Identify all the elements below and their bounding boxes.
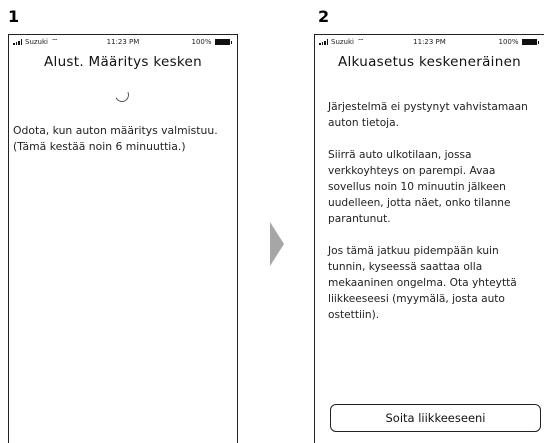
screen-title: Alkuasetus keskeneräinen	[337, 54, 522, 70]
loading-spinner-icon	[113, 86, 131, 104]
phone-screen-setup-in-progress: Suzuki ⌔ 11:23 PM 100% Alust. Määritys k…	[8, 34, 238, 443]
battery-percent: 100%	[191, 38, 212, 46]
status-bar: Suzuki ⌔ 11:23 PM 100%	[315, 35, 544, 49]
battery-icon	[214, 39, 230, 45]
screen-title: Alust. Määritys kesken	[43, 54, 203, 70]
message-paragraph: Jos tämä jatkuu pidempään kuin tunnin, k…	[328, 245, 517, 321]
message-body: Järjestelmä ei pystynyt vahvistamaan aut…	[328, 99, 533, 339]
step-number-2: 2	[318, 7, 330, 26]
phone-screen-setup-incomplete: Suzuki ⌔ 11:23 PM 100% Alkuasetus kesken…	[314, 34, 544, 443]
message-paragraph: Siirrä auto ulkotilaan, jossa verkkoyhte…	[328, 149, 511, 225]
call-dealer-button[interactable]: Soita liikkeeseeni	[330, 404, 541, 432]
next-arrow-icon	[270, 222, 284, 266]
battery-percent: 100%	[498, 38, 519, 46]
battery-icon	[521, 39, 537, 45]
message-paragraph: Järjestelmä ei pystynyt vahvistamaan aut…	[328, 101, 528, 129]
step-number-1: 1	[8, 7, 20, 26]
status-bar: Suzuki ⌔ 11:23 PM 100%	[9, 35, 237, 49]
setup-wait-message: Odota, kun auton määritys valmistuu. (Tä…	[13, 124, 218, 153]
